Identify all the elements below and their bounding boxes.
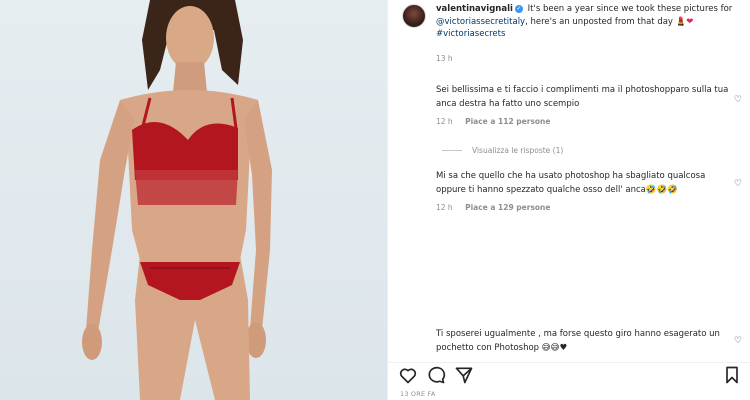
- avatar[interactable]: [402, 4, 426, 28]
- bookmark-icon[interactable]: [722, 365, 742, 385]
- comment-icon[interactable]: [426, 365, 446, 385]
- model-figure: [82, 0, 272, 400]
- view-replies[interactable]: Visualizza le risposte (1): [442, 146, 563, 155]
- username-link[interactable]: valentinavignali: [436, 4, 513, 14]
- hashtag-link[interactable]: #victoriasecrets: [436, 29, 505, 39]
- mention-link[interactable]: @victoriassecretitaly: [436, 17, 525, 27]
- comment-meta: 12 h Piace a 112 persone: [436, 117, 736, 126]
- comment-text: Sei bellissima e ti faccio i complimenti…: [436, 85, 729, 109]
- comment-likes[interactable]: Piace a 112 persone: [465, 117, 550, 126]
- comments-panel: valentinavignali ✓ It's been a year since…: [387, 0, 750, 400]
- comment-like-heart-icon[interactable]: ♡: [734, 337, 742, 346]
- caption-text-post: , here's an unposted from that day: [525, 16, 676, 27]
- comment: Ti sposerei ugualmente , ma forse questo…: [436, 328, 736, 358]
- caption-emoji: 💄❤: [675, 16, 694, 27]
- caption-time: 13 h: [436, 54, 453, 63]
- post-timestamp: 13 ORE FA: [400, 390, 436, 398]
- comment-time[interactable]: 12 h: [436, 117, 453, 126]
- comment: Sei bellissima e ti faccio i complimenti…: [436, 84, 736, 126]
- post-caption: valentinavignali ✓ It's been a year since…: [436, 3, 736, 41]
- post-photo[interactable]: [0, 0, 387, 400]
- caption-text-pre: It's been a year since we took these pic…: [524, 4, 733, 14]
- comment-text: Ti sposerei ugualmente , ma forse questo…: [436, 329, 720, 353]
- reply-divider: [442, 150, 462, 151]
- comment-text: Mi sa che quello che ha usato photoshop …: [436, 171, 706, 195]
- verified-badge-icon: ✓: [514, 4, 523, 13]
- comment-like-heart-icon[interactable]: ♡: [734, 96, 742, 105]
- share-icon[interactable]: [454, 365, 474, 385]
- comment-likes[interactable]: Piace a 129 persone: [465, 203, 550, 212]
- action-bar: [388, 362, 750, 386]
- view-replies-label: Visualizza le risposte (1): [472, 146, 564, 155]
- comment: Mi sa che quello che ha usato photoshop …: [436, 170, 736, 212]
- comment-time[interactable]: 12 h: [436, 203, 453, 212]
- heart-icon[interactable]: [398, 365, 418, 385]
- comment-like-heart-icon[interactable]: ♡: [734, 180, 742, 189]
- comment-meta: 12 h Piace a 129 persone: [436, 203, 736, 212]
